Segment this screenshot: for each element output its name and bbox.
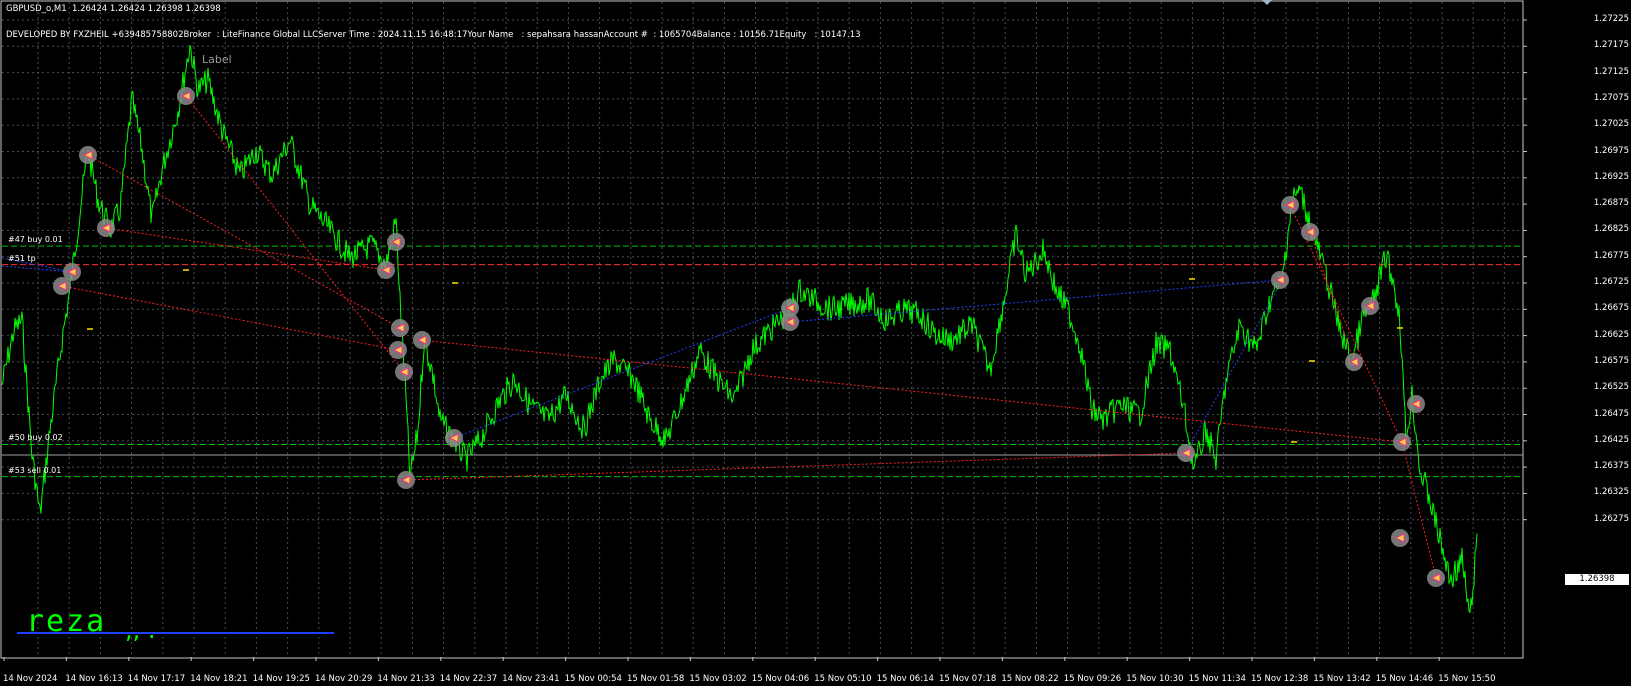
trade-line [1309,231,1355,363]
order-line-label[interactable]: #51 tp [8,254,36,263]
price-tick-label: 1.27175 [1593,40,1629,51]
price-tick-label: 1.26925 [1593,171,1629,182]
price-tick-label: 1.26525 [1593,382,1629,393]
time-tick-label: 15 Nov 01:58 [627,674,685,684]
time-tick-label: 15 Nov 10:30 [1126,674,1184,684]
time-tick-label: 14 Nov 23:41 [502,674,560,684]
price-tick-label: 1.26325 [1593,487,1629,498]
price-tick-label: 1.26625 [1593,329,1629,340]
time-tick-label: 15 Nov 09:26 [1063,674,1122,684]
price-tick-label: 1.26575 [1593,355,1629,366]
chart-shift-marker-icon[interactable] [1262,0,1272,5]
price-tick-label: 1.26675 [1593,303,1629,314]
trade-line [1289,204,1403,443]
time-tick-label: 15 Nov 14:46 [1375,674,1434,684]
time-tick-label: 14 Nov 22:37 [439,674,498,684]
account-info-text: DEVELOPED BY FXZHEIL +639485758802Broker… [6,30,861,40]
time-tick-label: 14 Nov 17:17 [127,674,186,684]
time-tick-label: 15 Nov 04:06 [751,674,810,684]
price-tick-label: 1.26975 [1593,145,1629,156]
trade-line [87,154,401,329]
watermark-text: reza [26,604,107,639]
chart-frame [0,0,1524,659]
trade-line [405,452,1187,481]
price-tick-label: 1.26275 [1593,513,1629,524]
time-tick-label: 14 Nov 18:21 [190,674,248,684]
time-tick-label: 15 Nov 03:02 [689,674,747,684]
order-line-label[interactable]: #50 buy 0.02 [8,433,63,442]
order-line-label[interactable]: #53 sell 0.01 [8,466,61,475]
trade-line [419,339,1403,443]
time-tick-label: 15 Nov 11:34 [1188,674,1246,684]
object-label-text[interactable]: Label [202,53,232,66]
price-chart[interactable] [0,0,1631,686]
price-tick-label: 1.27225 [1593,14,1629,24]
price-tick-label: 1.27075 [1593,92,1629,103]
time-tick-label: 15 Nov 08:22 [1001,674,1059,684]
time-tick-label: 15 Nov 06:14 [876,674,934,684]
time-tick-label: 14 Nov 2024 [3,674,58,684]
trade-line [1185,280,1283,453]
time-tick-label: 15 Nov 00:54 [564,674,622,684]
time-tick-label: 15 Nov 13:42 [1313,674,1371,684]
watermark-dots: ,, . [125,616,156,644]
price-tick-label: 1.27025 [1593,119,1629,130]
order-line-label[interactable]: #47 buy 0.01 [8,235,63,244]
time-tick-label: 14 Nov 16:13 [65,674,123,684]
price-tick-label: 1.26875 [1593,198,1629,209]
time-tick-label: 14 Nov 20:29 [315,674,373,684]
trade-line [61,285,399,351]
time-tick-label: 14 Nov 21:33 [377,674,435,684]
time-tick-label: 15 Nov 05:10 [814,674,872,684]
time-tick-label: 15 Nov 15:50 [1438,674,1496,684]
price-tick-label: 1.26825 [1593,224,1629,235]
trade-line [1,265,73,273]
current-price-tag: 1.26398 [1565,574,1629,585]
time-tick-label: 14 Nov 19:25 [252,674,310,684]
time-tick-label: 15 Nov 07:18 [939,674,997,684]
price-tick-label: 1.26775 [1593,250,1629,261]
time-tick-label: 15 Nov 12:38 [1251,674,1309,684]
price-tick-label: 1.26375 [1593,461,1629,472]
price-tick-label: 1.26725 [1593,277,1629,287]
chart-symbol-info: GBPUSD_o,M1 1.26424 1.26424 1.26398 1.26… [6,4,221,14]
trade-line [105,227,387,271]
price-tick-label: 1.26475 [1593,408,1629,419]
price-tick-label: 1.27125 [1593,66,1629,77]
price-tick-label: 1.26425 [1593,434,1629,445]
